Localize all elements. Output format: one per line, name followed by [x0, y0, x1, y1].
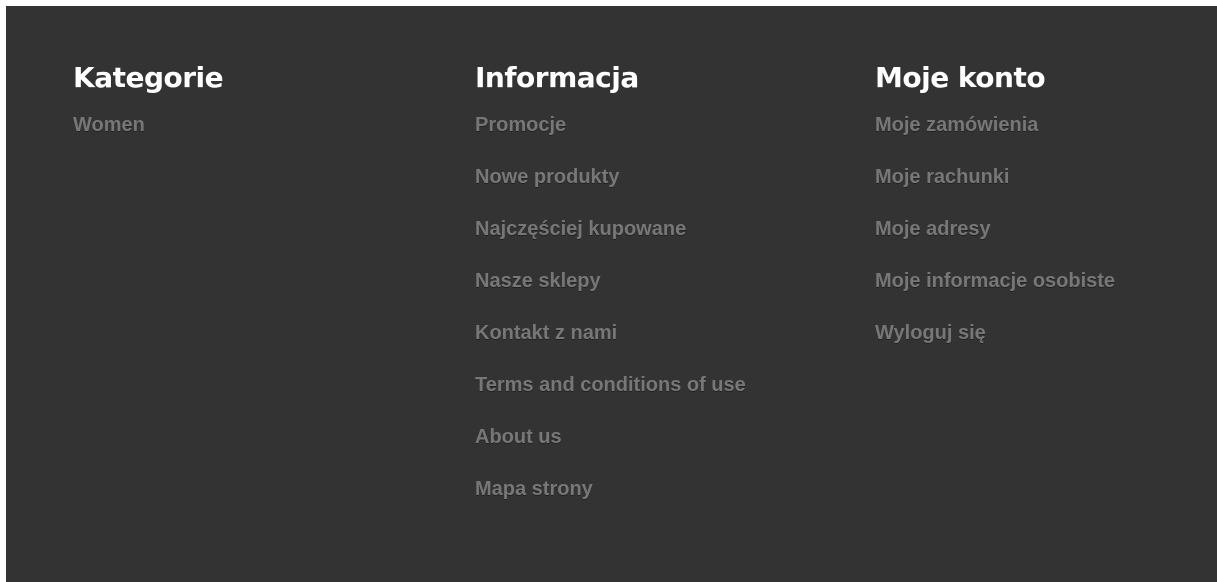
information-item-about: About us [475, 421, 805, 453]
category-link-women[interactable]: Women [73, 114, 145, 136]
account-item-invoices: Moje rachunki [875, 161, 1215, 193]
our-stores-link[interactable]: Nasze sklepy [475, 270, 601, 292]
information-item-contact: Kontakt z nami [475, 317, 805, 349]
contact-link[interactable]: Kontakt z nami [475, 322, 617, 344]
account-item-personal-info: Moje informacje osobiste [875, 265, 1215, 297]
about-us-link[interactable]: About us [475, 426, 562, 448]
information-item-terms: Terms and conditions of use [475, 369, 785, 401]
information-list: Promocje Nowe produkty Najczęściej kupow… [475, 109, 805, 505]
information-item-promotions: Promocje [475, 109, 805, 141]
best-sellers-link[interactable]: Najczęściej kupowane [475, 218, 686, 240]
logout-link[interactable]: Wyloguj się [875, 322, 986, 344]
information-item-sitemap: Mapa strony [475, 473, 805, 505]
account-list: Moje zamówienia Moje rachunki Moje adres… [875, 109, 1215, 349]
category-item-women: Women [73, 109, 403, 141]
footer-categories-column: Kategorie Women [73, 60, 403, 161]
information-item-best-sellers: Najczęściej kupowane [475, 213, 805, 245]
my-invoices-link[interactable]: Moje rachunki [875, 166, 1009, 188]
information-heading: Informacja [475, 61, 639, 94]
sitemap-link[interactable]: Mapa strony [475, 478, 593, 500]
footer-information-column: Informacja Promocje Nowe produkty Najczę… [475, 60, 805, 525]
account-item-orders: Moje zamówienia [875, 109, 1215, 141]
terms-link[interactable]: Terms and conditions of use [475, 374, 746, 396]
personal-info-link[interactable]: Moje informacje osobiste [875, 270, 1115, 292]
promotions-link[interactable]: Promocje [475, 114, 566, 136]
account-heading: Moje konto [875, 61, 1046, 94]
footer-account-column: Moje konto Moje zamówienia Moje rachunki… [875, 60, 1215, 369]
my-addresses-link[interactable]: Moje adresy [875, 218, 991, 240]
my-orders-link[interactable]: Moje zamówienia [875, 114, 1038, 136]
account-item-addresses: Moje adresy [875, 213, 1215, 245]
account-item-logout: Wyloguj się [875, 317, 1215, 349]
new-products-link[interactable]: Nowe produkty [475, 166, 619, 188]
site-footer: Kategorie Women Informacja Promocje Nowe… [6, 6, 1217, 582]
information-item-new-products: Nowe produkty [475, 161, 805, 193]
information-item-our-stores: Nasze sklepy [475, 265, 805, 297]
categories-heading: Kategorie [73, 61, 224, 94]
categories-list: Women [73, 109, 403, 141]
